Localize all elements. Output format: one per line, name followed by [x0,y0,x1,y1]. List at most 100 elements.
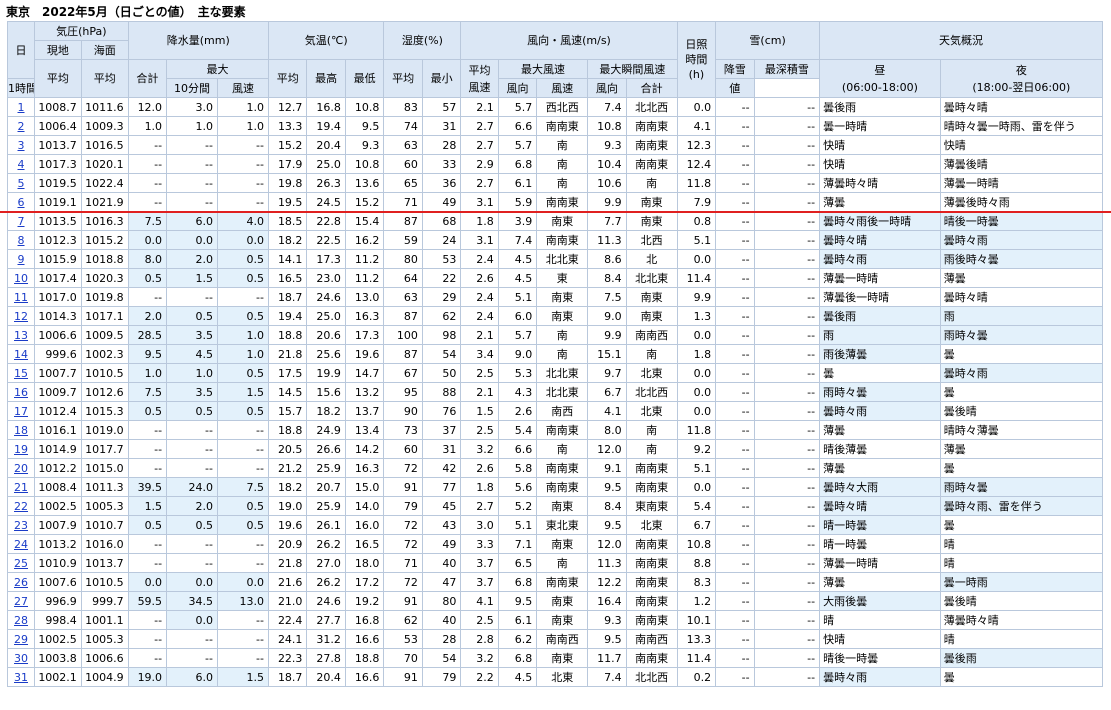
gust-direction-cell: 南南東 [625,591,678,611]
weather-daytime-cell: 曇時々晴 [819,230,941,250]
day-link[interactable]: 4 [18,158,25,171]
day-link[interactable]: 14 [14,348,28,361]
humidity-min-cell: 77 [421,477,462,497]
day-link[interactable]: 10 [14,272,28,285]
day-link[interactable]: 5 [18,177,25,190]
weather-nighttime-cell: 曇 [939,515,1104,535]
sunshine-hours-cell: 13.3 [676,629,717,649]
deepest-snow-cell: -- [753,249,821,269]
header-gust-direction: 風向 [587,78,627,98]
gust-direction-cell: 北北西 [625,667,678,687]
temp-avg-cell: 18.7 [267,667,308,687]
precip-10min-cell: 0.5 [217,401,269,421]
max-wind-speed-cell: 6.6 [497,439,538,459]
day-link[interactable]: 6 [18,196,25,209]
gust-direction-cell: 南南東 [625,648,678,668]
gust-speed-cell: 8.4 [587,268,627,288]
day-link[interactable]: 11 [14,291,28,304]
day-link[interactable]: 31 [14,671,28,684]
gust-speed-cell: 9.5 [587,515,627,535]
wind-avg-cell: 2.4 [460,287,499,307]
weather-daytime-cell: 晴一時曇 [819,534,941,554]
table-row: 25 1010.9 1013.7 -- -- -- 21.8 27.0 18.0 71 40 3.7 6… [6,553,1104,573]
humidity-min-cell: 42 [421,458,462,478]
day-link[interactable]: 30 [14,652,28,665]
header-wind-avg: 平均 風速 [460,59,499,98]
wind-avg-cell: 4.1 [460,591,499,611]
day-link[interactable]: 15 [14,367,28,380]
weather-nighttime-cell: 晴 [939,629,1104,649]
day-link[interactable]: 29 [14,633,28,646]
day-cell: 1 [6,97,36,117]
day-link[interactable]: 25 [14,557,28,570]
day-link[interactable]: 19 [14,443,28,456]
header-pressure-sea-avg: 平均 [80,59,129,98]
snowfall-cell: -- [715,97,755,117]
snowfall-cell: -- [715,344,755,364]
temp-high-cell: 24.5 [306,192,346,212]
humidity-min-cell: 50 [421,363,462,383]
precip-1hour-cell: 3.0 [166,97,218,117]
table-row: 3 1013.7 1016.5 -- -- -- 15.2 20.4 9.3 63 28 2.7 5.7… [6,135,1104,155]
deepest-snow-cell: -- [753,553,821,573]
weather-nighttime-cell: 曇 [939,458,1104,478]
day-link[interactable]: 26 [14,576,28,589]
header-sunshine: 日照 時間 (h) [676,21,717,98]
temp-avg-cell: 14.5 [267,382,308,402]
day-link[interactable]: 9 [18,253,25,266]
precip-10min-cell: 1.5 [217,382,269,402]
max-wind-speed-cell: 6.5 [497,553,538,573]
precip-10min-cell: 7.5 [217,477,269,497]
max-wind-speed-cell: 5.4 [497,420,538,440]
station-pressure-cell: 1007.9 [34,515,82,535]
sea-pressure-cell: 1021.9 [80,192,129,212]
weather-nighttime-cell: 薄曇 [939,268,1104,288]
day-cell: 8 [6,230,36,250]
day-link[interactable]: 2 [18,120,25,133]
precip-10min-cell: 1.0 [217,344,269,364]
day-link[interactable]: 27 [14,595,28,608]
wind-avg-cell: 1.8 [460,477,499,497]
sea-pressure-cell: 1019.8 [80,287,129,307]
table-row: 2 1006.4 1009.3 1.0 1.0 1.0 13.3 19.4 9.5 74 31 2.7… [6,116,1104,136]
deepest-snow-cell: -- [753,173,821,193]
precip-total-cell: -- [127,154,168,174]
day-link[interactable]: 8 [18,234,25,247]
day-link[interactable]: 24 [14,538,28,551]
weather-daytime-cell: 曇時々雨 [819,401,941,421]
snowfall-cell: -- [715,230,755,250]
max-wind-direction-cell: 南南東 [536,116,589,136]
day-link[interactable]: 18 [14,424,28,437]
humidity-avg-cell: 91 [383,667,423,687]
deepest-snow-cell: -- [753,572,821,592]
day-link[interactable]: 21 [14,481,28,494]
day-link[interactable]: 16 [14,386,28,399]
temp-low-cell: 15.0 [344,477,385,497]
day-cell: 6 [6,192,36,212]
day-link[interactable]: 23 [14,519,28,532]
sea-pressure-cell: 1020.1 [80,154,129,174]
day-link[interactable]: 7 [18,215,25,228]
wind-avg-cell: 3.2 [460,439,499,459]
day-link[interactable]: 13 [14,329,28,342]
day-link[interactable]: 1 [18,101,25,114]
max-wind-speed-cell: 6.8 [497,648,538,668]
max-wind-speed-cell: 4.5 [497,268,538,288]
day-link[interactable]: 28 [14,614,28,627]
wind-avg-cell: 3.7 [460,553,499,573]
day-link[interactable]: 22 [14,500,28,513]
sea-pressure-cell: 1009.5 [80,325,129,345]
sunshine-hours-cell: 5.4 [676,496,717,516]
day-link[interactable]: 3 [18,139,25,152]
max-wind-direction-cell: 南東 [536,211,589,231]
sunshine-hours-cell: 1.2 [676,591,717,611]
weather-daytime-cell: 薄曇 [819,458,941,478]
snowfall-cell: -- [715,382,755,402]
day-link[interactable]: 17 [14,405,28,418]
day-link[interactable]: 20 [14,462,28,475]
header-daytime-label: 昼 [874,63,886,77]
gust-direction-cell: 南南東 [625,135,678,155]
gust-direction-cell: 南南東 [625,154,678,174]
day-link[interactable]: 12 [14,310,28,323]
table-row: 30 1003.8 1006.6 -- -- -- 22.3 27.8 18.8 70 54 3.2 6… [6,648,1104,668]
